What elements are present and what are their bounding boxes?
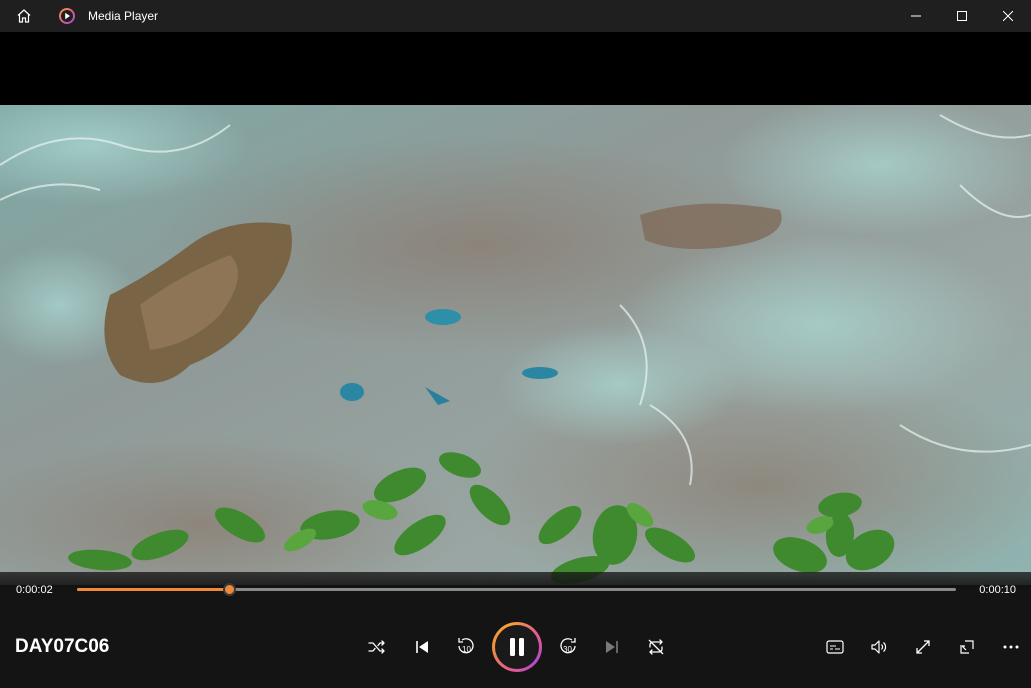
minimize-icon [911,15,921,17]
skip-forward-30-icon: 30 [560,638,576,654]
seek-bar-progress [77,588,230,591]
close-icon [1003,11,1013,21]
minimize-button[interactable] [893,0,939,32]
close-button[interactable] [985,0,1031,32]
play-pause-inner [495,625,539,669]
video-frame [0,105,1031,585]
next-button[interactable] [597,632,627,662]
transport-controls: 0:00:02 0:00:10 DAY07C06 10 30 [0,572,1031,688]
volume-button[interactable] [864,632,894,662]
fullscreen-button[interactable] [908,632,938,662]
fullscreen-icon [916,640,930,654]
seek-bar[interactable] [77,583,956,596]
play-pause-button[interactable] [492,622,542,672]
volume-icon [871,640,887,654]
media-player-icon [59,8,75,24]
next-icon [606,641,618,653]
window-controls [893,0,1031,32]
title-bar: Media Player [0,0,1031,32]
home-button[interactable] [0,0,48,32]
media-title: DAY07C06 [15,636,110,657]
svg-text:10: 10 [462,645,471,654]
svg-text:30: 30 [563,645,572,654]
home-icon [17,9,31,23]
letterbox [0,32,1031,105]
captions-icon [826,640,844,654]
video-surface[interactable] [0,32,1031,585]
skip-back-button[interactable]: 10 [451,632,481,662]
maximize-button[interactable] [939,0,985,32]
elapsed-time: 0:00:02 [16,584,53,596]
previous-icon [416,641,428,653]
seek-thumb[interactable] [223,583,237,596]
total-time: 0:00:10 [979,584,1016,596]
more-options-icon [1003,645,1019,649]
shuffle-icon [368,640,385,654]
skip-back-10-icon: 10 [458,638,474,654]
maximize-icon [957,11,967,21]
shuffle-button[interactable] [362,632,392,662]
mini-player-icon [960,640,974,654]
pause-icon [510,638,524,656]
mini-player-button[interactable] [952,632,982,662]
repeat-off-icon [648,639,664,655]
app-title: Media Player [88,9,159,23]
repeat-button[interactable] [641,632,671,662]
skip-forward-button[interactable]: 30 [553,632,583,662]
more-options-button[interactable] [996,632,1026,662]
previous-button[interactable] [407,632,437,662]
captions-button[interactable] [820,632,850,662]
